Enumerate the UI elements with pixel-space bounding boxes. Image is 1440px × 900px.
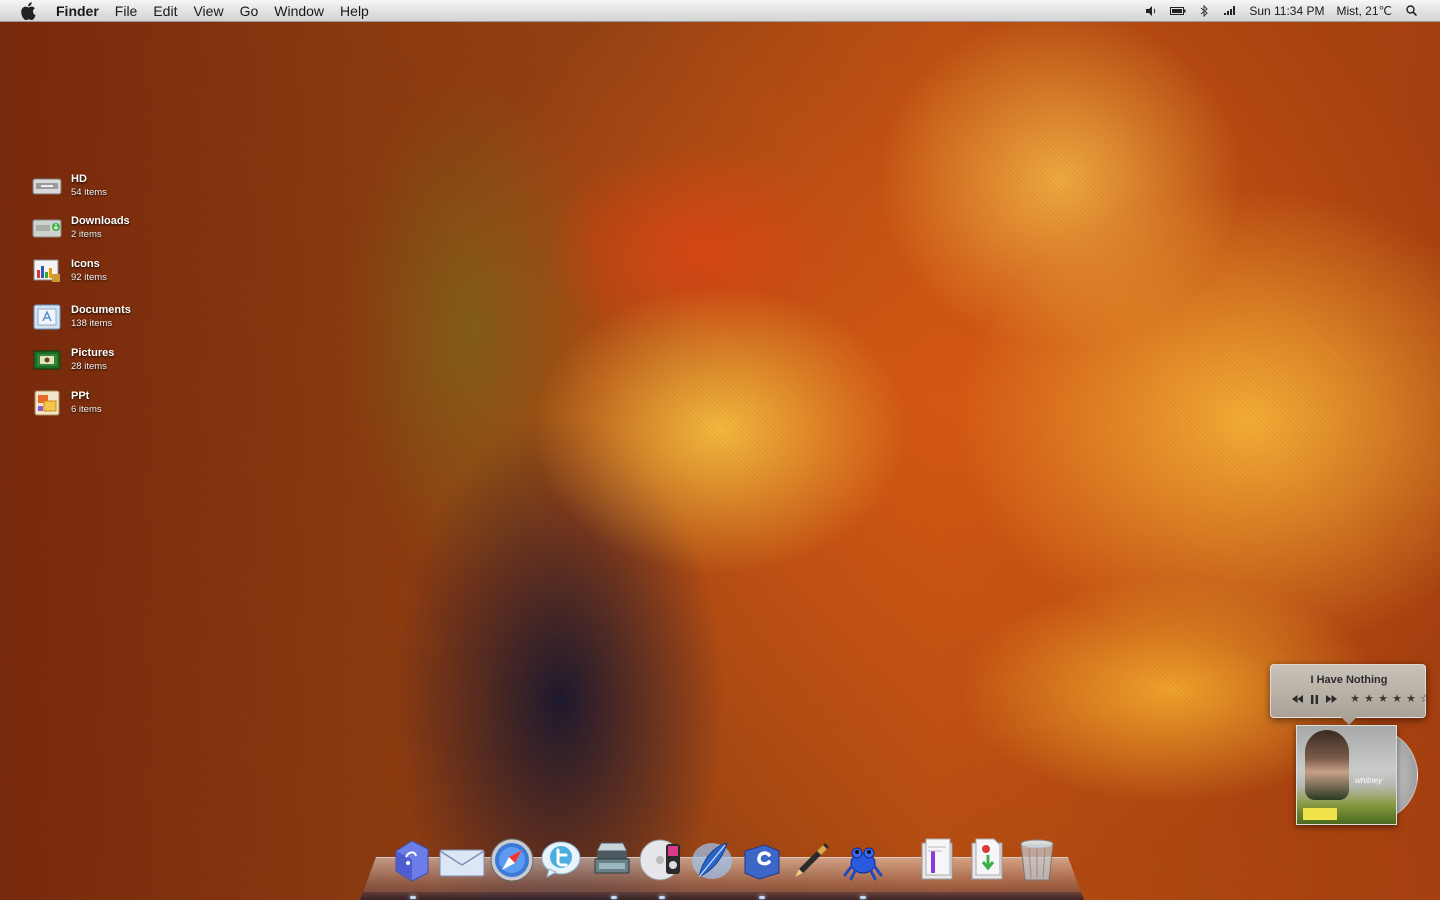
- finder-icon[interactable]: [386, 836, 436, 884]
- desktop-item-hd[interactable]: HD 54 items: [30, 168, 180, 204]
- menu-edit[interactable]: Edit: [145, 0, 185, 22]
- clock[interactable]: Sun 11:34 PM: [1243, 4, 1330, 18]
- desktop-item-name: Icons: [71, 258, 100, 270]
- rating-star-icon[interactable]: ☆: [1418, 692, 1432, 706]
- desktop-item-pictures[interactable]: Pictures 28 items: [30, 342, 180, 378]
- album-cover[interactable]: whitney: [1296, 725, 1397, 825]
- running-indicator: [611, 896, 617, 899]
- menu-app-finder[interactable]: Finder: [52, 0, 107, 22]
- torrent-stack-icon[interactable]: [962, 836, 1012, 884]
- rating-star-icon[interactable]: ★: [1362, 692, 1376, 706]
- apple-menu-icon[interactable]: [18, 1, 38, 21]
- running-indicator: [759, 896, 765, 899]
- menu-extras: Sun 11:34 PM Mist, 21℃: [1139, 0, 1440, 22]
- spotlight-search-icon[interactable]: [1398, 0, 1424, 22]
- rating-star-icon[interactable]: ★: [1348, 692, 1362, 706]
- next-track-icon[interactable]: [1323, 692, 1340, 706]
- pictures-folder-icon: [30, 345, 64, 375]
- battery-icon[interactable]: [1165, 0, 1191, 22]
- feather-icon[interactable]: [687, 836, 737, 884]
- album-cover-portrait: [1305, 730, 1349, 800]
- rating-star-icon[interactable]: ★: [1404, 692, 1418, 706]
- safari-icon[interactable]: [487, 836, 537, 884]
- weather-status[interactable]: Mist, 21℃: [1331, 4, 1399, 18]
- running-indicator: [410, 896, 416, 899]
- desktop-item-icons[interactable]: Icons 92 items: [30, 253, 180, 289]
- menu-view[interactable]: View: [185, 0, 231, 22]
- desktop-item-count: 6 items: [71, 404, 102, 415]
- desktop-item-count: 2 items: [71, 229, 102, 240]
- desktop-item-count: 92 items: [71, 272, 107, 283]
- desktop-item-name: Documents: [71, 304, 131, 316]
- desktop-item-ppt[interactable]: PPt 6 items: [30, 385, 180, 421]
- wifi-signal-icon[interactable]: [1217, 0, 1243, 22]
- menu-window[interactable]: Window: [266, 0, 332, 22]
- volume-icon[interactable]: [1139, 0, 1165, 22]
- icons-folder-icon: [30, 256, 64, 286]
- running-indicator: [860, 896, 866, 899]
- documents-stack-icon[interactable]: [912, 836, 962, 884]
- now-playing-widget: I Have Nothing ★ ★ ★ ★ ★ ☆: [1270, 664, 1430, 725]
- track-rating[interactable]: ★ ★ ★ ★ ★ ☆: [1348, 692, 1432, 706]
- album-cover-text: whitney: [1355, 776, 1383, 785]
- desktop-item-name: HD: [71, 173, 87, 185]
- now-playing-title: I Have Nothing: [1310, 674, 1388, 686]
- documents-folder-icon: [30, 302, 64, 332]
- hard-drive-icon: [30, 171, 64, 201]
- desktop-item-count: 54 items: [71, 187, 107, 198]
- downloads-folder-icon: [30, 213, 64, 243]
- desktop-item-count: 28 items: [71, 361, 107, 372]
- rating-star-icon[interactable]: ★: [1390, 692, 1404, 706]
- menu-bar: Finder File Edit View Go Window Help Sun…: [0, 0, 1440, 22]
- menu-file[interactable]: File: [107, 0, 146, 22]
- trash-icon[interactable]: [1012, 836, 1062, 884]
- rating-star-icon[interactable]: ★: [1376, 692, 1390, 706]
- menu-go[interactable]: Go: [232, 0, 267, 22]
- running-indicator: [659, 896, 665, 899]
- scanner-icon[interactable]: [587, 836, 637, 884]
- desktop-item-downloads[interactable]: Downloads 2 items: [30, 210, 180, 246]
- mail-icon[interactable]: [437, 836, 487, 884]
- playback-controls: ★ ★ ★ ★ ★ ☆: [1289, 692, 1432, 706]
- desktop-item-name: PPt: [71, 390, 90, 402]
- pen-icon[interactable]: [787, 836, 837, 884]
- desktop-item-name: Downloads: [71, 215, 130, 227]
- desktop-item-documents[interactable]: Documents 138 items: [30, 299, 180, 335]
- previous-track-icon[interactable]: [1289, 692, 1306, 706]
- album-cover-sticker: [1303, 808, 1337, 820]
- desktop-item-name: Pictures: [71, 347, 115, 359]
- itunes-icon[interactable]: [637, 836, 687, 884]
- twitter-icon[interactable]: [537, 836, 587, 884]
- bluetooth-icon[interactable]: [1191, 0, 1217, 22]
- menu-help[interactable]: Help: [332, 0, 377, 22]
- desktop-item-count: 138 items: [71, 318, 113, 329]
- pause-icon[interactable]: [1306, 692, 1323, 706]
- frog-icon[interactable]: [837, 836, 887, 884]
- ppt-folder-icon: [30, 388, 64, 418]
- desktop-wallpaper: [0, 0, 1440, 900]
- c-app-icon[interactable]: [737, 836, 787, 884]
